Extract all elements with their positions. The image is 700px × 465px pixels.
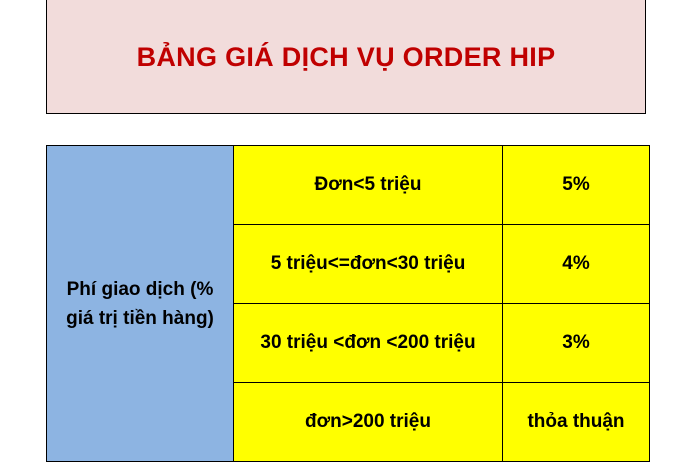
title-banner: BẢNG GIÁ DỊCH VỤ ORDER HIP (46, 0, 646, 114)
table-row: Phí giao dịch (% giá trị tiền hàng) Đơn<… (46, 145, 650, 462)
order-range-cell: 5 triệu<=đơn<30 triệu (233, 224, 503, 304)
fee-rate-cell: 3% (502, 303, 650, 383)
fee-rate-cell: 5% (502, 145, 650, 225)
order-range-cell: 30 triệu <đơn <200 triệu (233, 303, 503, 383)
price-table: Phí giao dịch (% giá trị tiền hàng) Đơn<… (46, 145, 650, 462)
fee-label-line-1: Phí giao dịch (% (66, 278, 214, 300)
fee-label-line-2: giá trị tiền hàng) (66, 307, 214, 329)
order-range-cell: đơn>200 triệu (233, 382, 503, 462)
page-title: BẢNG GIÁ DỊCH VỤ ORDER HIP (136, 42, 556, 72)
fee-rate-cell: 4% (502, 224, 650, 304)
fee-label-cell: Phí giao dịch (% giá trị tiền hàng) (46, 145, 234, 462)
order-range-cell: Đơn<5 triệu (233, 145, 503, 225)
fee-rate-cell: thỏa thuận (502, 382, 650, 462)
